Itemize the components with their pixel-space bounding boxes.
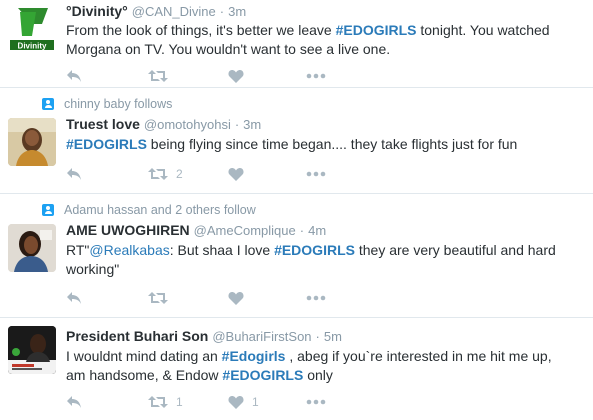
author-name[interactable]: AME UWOGHIREN	[66, 222, 190, 238]
retweet-icon	[148, 69, 168, 83]
tweet-header: President Buhari Son @BuhariFirstSon · 5…	[66, 328, 342, 344]
author-name[interactable]: °Divinity°	[66, 3, 128, 19]
more-icon	[306, 73, 326, 79]
tweet-card[interactable]: Adamu hassan and 2 others follow AME UWO…	[0, 194, 593, 318]
follow-context: chinny baby follows	[42, 97, 172, 111]
tweet-actions	[66, 68, 366, 84]
hashtag-link[interactable]: #Edogirls	[222, 348, 286, 364]
retweet-button[interactable]	[148, 68, 176, 84]
retweet-icon	[148, 395, 168, 409]
tweet-text-segment: : But shaa I love	[169, 242, 275, 258]
follow-context-text[interactable]: Adamu hassan and 2 others follow	[64, 203, 256, 217]
follow-context-icon	[42, 98, 54, 110]
tweet-header: °Divinity° @CAN_Divine · 3m	[66, 3, 246, 19]
timestamp[interactable]: 3m	[243, 117, 261, 132]
reply-button[interactable]	[66, 290, 82, 306]
retweet-button[interactable]: 1	[148, 394, 183, 410]
tweet-text-segment: only	[303, 367, 333, 383]
retweet-button[interactable]	[148, 290, 176, 306]
tweet-actions: 2	[66, 166, 366, 182]
tweet-text-segment: being flying since time began.... they t…	[146, 136, 518, 152]
tweet-actions: 1 1	[66, 394, 366, 410]
avatar[interactable]	[8, 224, 56, 272]
tweet-text-segment: From the look of things, it's better we …	[66, 22, 336, 38]
author-handle[interactable]: @BuhariFirstSon	[212, 329, 311, 344]
follow-context: Adamu hassan and 2 others follow	[42, 203, 256, 217]
reply-icon	[66, 291, 82, 305]
tweet-text-segment: I wouldnt mind dating an	[66, 348, 222, 364]
like-icon	[228, 167, 244, 181]
follow-context-text[interactable]: chinny baby follows	[64, 97, 172, 111]
tweet-text: #EDOGIRLS being flying since time began.…	[66, 135, 576, 154]
tweet-text-segment: RT"	[66, 242, 90, 258]
hashtag-link[interactable]: #EDOGIRLS	[336, 22, 417, 38]
retweet-count: 1	[176, 395, 183, 409]
avatar-logo-text: Divinity	[18, 42, 47, 51]
tweet-actions	[66, 290, 366, 306]
author-handle[interactable]: @CAN_Divine	[132, 4, 216, 19]
avatar[interactable]	[8, 326, 56, 374]
author-name[interactable]: President Buhari Son	[66, 328, 208, 344]
tweet-card[interactable]: chinny baby follows Truest love @omotohy…	[0, 88, 593, 194]
more-icon	[306, 171, 326, 177]
timestamp[interactable]: 4m	[308, 223, 326, 238]
tweet-text: RT"@Realkabas: But shaa I love #EDOGIRLS…	[66, 241, 566, 279]
reply-button[interactable]	[66, 394, 82, 410]
avatar[interactable]	[8, 118, 56, 166]
more-button[interactable]	[306, 166, 326, 182]
follow-context-icon	[42, 204, 54, 216]
reply-button[interactable]	[66, 166, 82, 182]
more-button[interactable]	[306, 68, 326, 84]
author-handle[interactable]: @omotohyohsi	[144, 117, 231, 132]
author-name[interactable]: Truest love	[66, 116, 140, 132]
separator-dot: ·	[315, 329, 320, 344]
reply-icon	[66, 69, 82, 83]
hashtag-link[interactable]: #EDOGIRLS	[222, 367, 303, 383]
retweet-button[interactable]: 2	[148, 166, 183, 182]
more-button[interactable]	[306, 290, 326, 306]
tweet-header: Truest love @omotohyohsi · 3m	[66, 116, 261, 132]
hashtag-link[interactable]: #EDOGIRLS	[66, 136, 147, 152]
timestamp[interactable]: 5m	[324, 329, 342, 344]
like-button[interactable]	[228, 166, 252, 182]
reply-button[interactable]	[66, 68, 82, 84]
avatar[interactable]: Divinity	[8, 4, 56, 52]
author-handle[interactable]: @AmeComplique	[194, 223, 296, 238]
more-icon	[306, 399, 326, 405]
tweet-card[interactable]: President Buhari Son @BuhariFirstSon · 5…	[0, 318, 593, 420]
like-icon	[228, 69, 244, 83]
tweet-text: From the look of things, it's better we …	[66, 21, 576, 59]
separator-dot: ·	[234, 117, 240, 132]
like-button[interactable]	[228, 290, 252, 306]
retweet-count: 2	[176, 167, 183, 181]
retweet-icon	[148, 167, 168, 181]
timestamp[interactable]: 3m	[228, 4, 246, 19]
reply-icon	[66, 167, 82, 181]
more-button[interactable]	[306, 394, 326, 410]
timeline-feed: Divinity °Divinity° @CAN_Divine · 3m Fro…	[0, 0, 593, 420]
reply-icon	[66, 395, 82, 409]
tweet-header: AME UWOGHIREN @AmeComplique · 4m	[66, 222, 326, 238]
separator-dot: ·	[299, 223, 305, 238]
mention-link[interactable]: @Realkabas	[89, 242, 169, 258]
like-icon	[228, 395, 244, 409]
retweet-icon	[148, 291, 168, 305]
tweet-card[interactable]: Divinity °Divinity° @CAN_Divine · 3m Fro…	[0, 0, 593, 88]
tweet-text: I wouldnt mind dating an #Edogirls , abe…	[66, 347, 571, 385]
hashtag-link[interactable]: #EDOGIRLS	[274, 242, 355, 258]
like-count: 1	[252, 395, 259, 409]
separator-dot: ·	[219, 4, 225, 19]
more-icon	[306, 295, 326, 301]
like-button[interactable]	[228, 68, 252, 84]
like-icon	[228, 291, 244, 305]
like-button[interactable]: 1	[228, 394, 259, 410]
